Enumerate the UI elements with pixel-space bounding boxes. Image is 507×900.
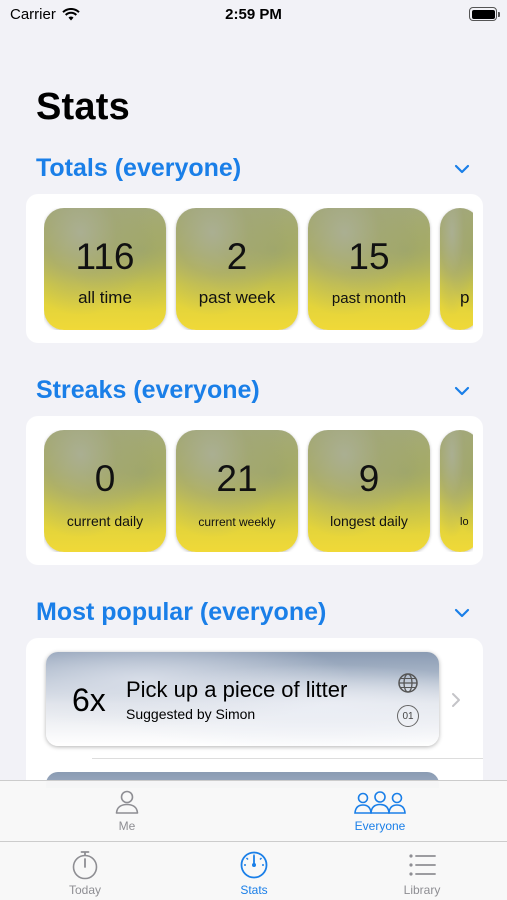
stat-tile[interactable]: 15 past month <box>308 208 430 330</box>
popular-header[interactable]: Most popular (everyone) <box>36 598 471 627</box>
tab-library[interactable]: Library <box>362 850 482 897</box>
tile-value: 9 <box>358 458 380 499</box>
tab-stats-label: Stats <box>240 883 268 897</box>
badge-icon: 01 <box>397 705 419 727</box>
battery-icon <box>469 7 500 21</box>
tab-me[interactable]: Me <box>67 789 187 833</box>
chevron-down-icon[interactable] <box>453 604 471 622</box>
status-bar: Carrier 2:59 PM <box>0 0 507 30</box>
tile-label: current daily <box>66 513 144 529</box>
popular-count: 6x <box>72 682 106 718</box>
tile-label: past month <box>331 290 407 307</box>
tab-everyone-label: Everyone <box>354 819 406 833</box>
tab-stats[interactable]: Stats <box>194 850 314 897</box>
tile-value: 21 <box>216 458 258 499</box>
popular-title: Most popular (everyone) <box>36 598 327 626</box>
streaks-header[interactable]: Streaks (everyone) <box>36 376 471 405</box>
stat-tile[interactable]: p <box>440 208 473 330</box>
tab-library-label: Library <box>403 883 441 897</box>
person-icon <box>115 790 139 814</box>
tab-today-label: Today <box>68 883 102 897</box>
popular-item-title: Pick up a piece of litter <box>126 677 348 702</box>
stat-tile[interactable]: 2 past week <box>176 208 298 330</box>
tab-me-label: Me <box>118 819 136 833</box>
totals-tiles[interactable]: 116 all time 2 past week 15 past month p <box>44 208 473 330</box>
tab-everyone[interactable]: Everyone <box>320 789 440 833</box>
tile-value: 2 <box>226 236 248 277</box>
scope-tab-bar: Me Everyone <box>0 780 507 841</box>
tile-label: p <box>460 288 470 307</box>
tile-label: lo <box>460 516 469 528</box>
tile-value: 15 <box>348 236 390 277</box>
chevron-down-icon[interactable] <box>453 382 471 400</box>
totals-title: Totals (everyone) <box>36 154 242 182</box>
tile-label: all time <box>78 288 132 307</box>
chevron-down-icon[interactable] <box>453 160 471 178</box>
stat-tile[interactable]: lo <box>440 430 473 552</box>
tile-label: past week <box>198 288 276 307</box>
totals-card: 116 all time 2 past week 15 past month p <box>26 194 483 343</box>
tab-today[interactable]: Today <box>25 850 145 897</box>
separator <box>92 758 483 759</box>
stat-tile[interactable]: 116 all time <box>44 208 166 330</box>
tile-value: 116 <box>75 236 135 277</box>
gauge-icon <box>240 851 268 879</box>
popular-item-subtitle: Suggested by Simon <box>126 706 256 722</box>
tile-label: current weekly <box>198 515 276 529</box>
stat-tile[interactable]: 9 longest daily <box>308 430 430 552</box>
people-icon <box>354 791 406 814</box>
stat-tile[interactable]: 21 current weekly <box>176 430 298 552</box>
popular-card: 6x Pick up a piece of litter Suggested b… <box>26 638 483 788</box>
popular-item[interactable]: 6x Pick up a piece of litter Suggested b… <box>46 652 439 746</box>
tile-label: longest daily <box>330 513 408 529</box>
stat-tile[interactable]: 0 current daily <box>44 430 166 552</box>
status-time: 2:59 PM <box>225 6 282 23</box>
page-title: Stats <box>36 86 130 128</box>
chevron-right-icon[interactable] <box>451 692 461 708</box>
tab-bar: Today Stats Library <box>0 841 507 900</box>
tile-value: 0 <box>94 458 116 499</box>
globe-icon <box>398 673 418 693</box>
streaks-tiles[interactable]: 0 current daily 21 current weekly 9 long… <box>44 430 473 552</box>
streaks-card: 0 current daily 21 current weekly 9 long… <box>26 416 483 565</box>
stopwatch-icon <box>72 851 98 880</box>
streaks-title: Streaks (everyone) <box>36 376 260 404</box>
totals-header[interactable]: Totals (everyone) <box>36 154 471 183</box>
list-icon <box>409 854 436 876</box>
